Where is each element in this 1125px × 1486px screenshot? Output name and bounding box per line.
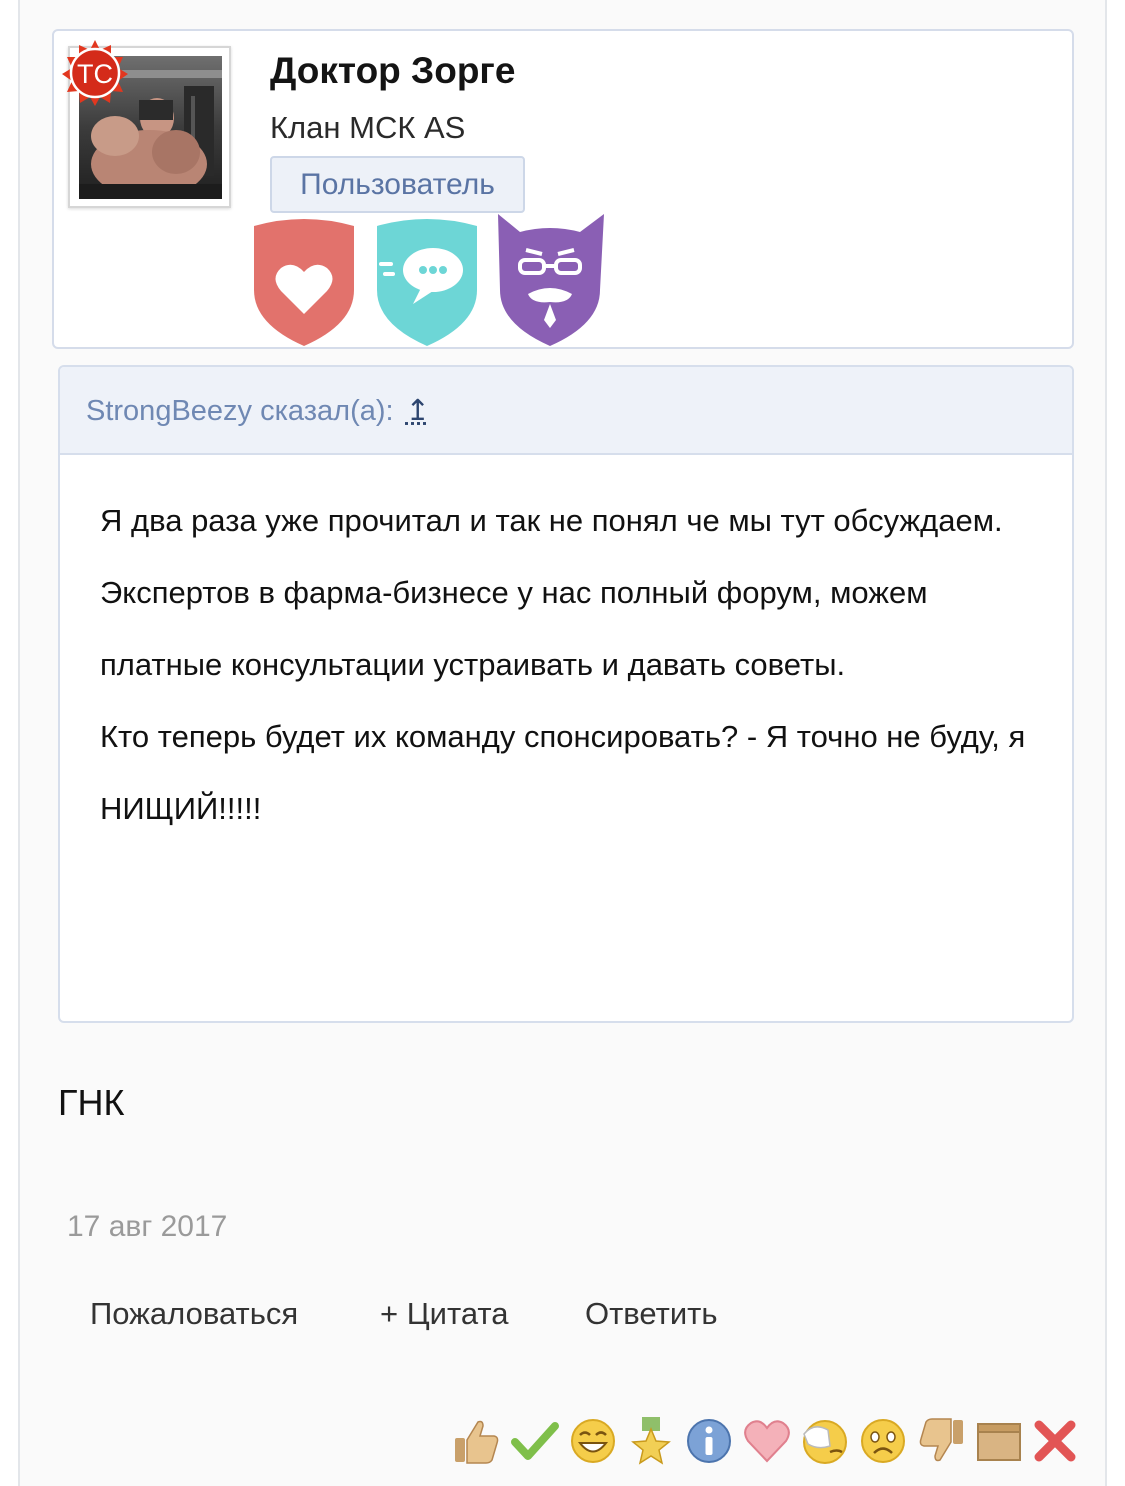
box-icon[interactable] bbox=[974, 1416, 1024, 1466]
thumbs-down-icon[interactable] bbox=[916, 1416, 966, 1466]
info-icon[interactable] bbox=[684, 1416, 734, 1466]
sad-icon[interactable] bbox=[858, 1416, 908, 1466]
star-medal-icon[interactable] bbox=[626, 1416, 676, 1466]
facepalm-icon[interactable] bbox=[800, 1416, 850, 1466]
username[interactable]: Доктор Зорге bbox=[270, 50, 515, 92]
quote-line: Я два раза уже прочитал и так не понял ч… bbox=[100, 503, 1003, 538]
quote-button[interactable]: + Цитата bbox=[380, 1296, 508, 1332]
check-icon[interactable] bbox=[510, 1416, 560, 1466]
laugh-icon[interactable] bbox=[568, 1416, 618, 1466]
heart-icon[interactable] bbox=[742, 1416, 792, 1466]
cross-icon[interactable] bbox=[1030, 1416, 1080, 1466]
quote-line: Экспертов в фарма-бизнесе у нас полный ф… bbox=[100, 575, 928, 682]
thumbs-up-icon[interactable] bbox=[452, 1416, 502, 1466]
quote-line: Кто теперь будет их команду спонсировать… bbox=[100, 719, 1026, 826]
user-role-badge: Пользователь bbox=[270, 156, 525, 213]
user-clan: Клан МСК AS bbox=[270, 110, 466, 145]
heart-award-icon[interactable] bbox=[246, 212, 362, 348]
quote-author[interactable]: StrongBeezy сказал(а): bbox=[86, 395, 394, 427]
topic-starter-badge: TC bbox=[62, 40, 128, 106]
quote-block: StrongBeezy сказал(а): ↥ Я два раза уже … bbox=[58, 365, 1074, 1023]
topic-starter-label: TC bbox=[77, 59, 113, 89]
quote-header: StrongBeezy сказал(а): ↥ bbox=[60, 367, 1072, 455]
mask-award-icon[interactable] bbox=[492, 212, 608, 348]
jump-to-quote-icon[interactable]: ↥ bbox=[406, 367, 430, 455]
chat-award-icon[interactable] bbox=[369, 212, 485, 348]
post-date[interactable]: 17 авг 2017 bbox=[67, 1210, 227, 1244]
reply-button[interactable]: Ответить bbox=[585, 1296, 718, 1332]
quote-body: Я два раза уже прочитал и так не понял ч… bbox=[60, 455, 1072, 845]
post-message: ГНК bbox=[58, 1082, 125, 1123]
report-button[interactable]: Пожаловаться bbox=[90, 1296, 298, 1332]
